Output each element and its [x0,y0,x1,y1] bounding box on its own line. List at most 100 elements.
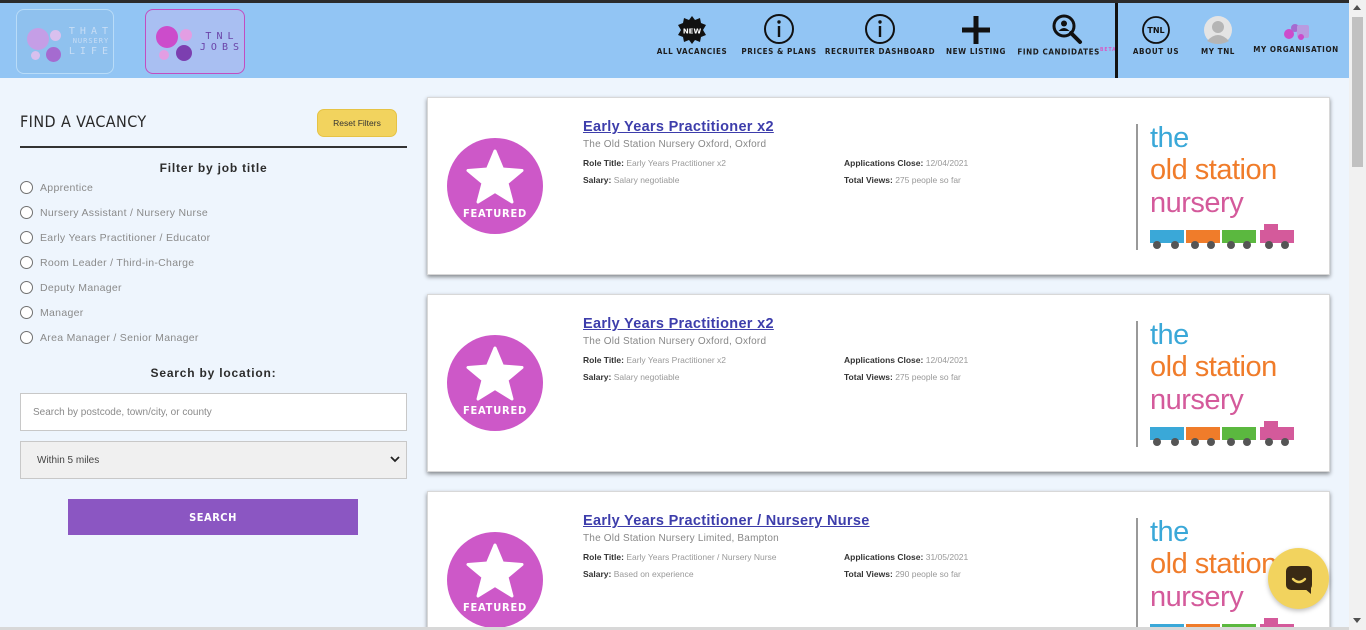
field-label: Salary: [583,569,612,579]
job-title-option-early-years-practitioner[interactable]: Early Years Practitioner / Educator [20,231,210,244]
sidebar-title: FIND A VACANCY [20,112,147,131]
svg-text:NEW: NEW [683,28,702,36]
chat-launcher-button[interactable] [1268,548,1329,609]
reset-filters-button[interactable]: Reset Filters [317,109,397,137]
nav-all-vacancies[interactable]: NEW ALL VACANCIES [657,3,727,78]
info-icon [763,3,795,47]
vertical-scrollbar[interactable] [1349,0,1366,630]
nav-label: FIND CANDIDATESBETA [1017,47,1116,57]
organisation-icon [1282,3,1310,45]
nav-new-listing[interactable]: NEW LISTING [946,3,1005,78]
featured-badge: FEATURED [447,335,543,431]
page: THAT NURSERY LIFE TNL JOBS NEW ALL VACAN… [0,0,1366,630]
radio-label: Nursery Assistant / Nursery Nurse [40,206,209,219]
job-title-option-apprentice[interactable]: Apprentice [20,181,93,194]
field-label: Role Title: [583,552,624,562]
nav-find-candidates[interactable]: FIND CANDIDATESBETA [1017,3,1116,78]
employer-name: The Old Station Nursery Oxford, Oxford [583,336,767,347]
logo-word-the: the [1150,516,1189,548]
logo-word-nursery: nursery [1150,581,1244,613]
vacancy-card[interactable]: FEATURED Early Years Practitioner x2 The… [427,97,1330,275]
radio-label: Deputy Manager [40,281,122,294]
radio-button[interactable] [20,231,33,244]
featured-label: FEATURED [462,207,528,220]
salary-field: Salary: Based on experience [583,569,694,579]
vacancy-card[interactable]: FEATURED Early Years Practitioner / Nurs… [427,491,1330,630]
avatar-icon [1203,3,1233,47]
logo-line-1: THAT [68,26,113,37]
salary-field: Salary: Salary negotiable [583,372,679,382]
logo-line [1136,321,1138,447]
scrollbar-thumb[interactable] [1352,17,1363,167]
nav-label: ALL VACANCIES [656,47,728,56]
field-value: 275 people so far [895,175,961,185]
job-title-option-room-leader[interactable]: Room Leader / Third-in-Charge [20,256,194,269]
role-title-field: Role Title: Early Years Practitioner x2 [583,355,726,365]
job-title-option-area-manager[interactable]: Area Manager / Senior Manager [20,331,199,344]
logo-line [1136,124,1138,250]
field-value: 31/05/2021 [925,552,969,562]
location-search-input[interactable]: Search by postcode, town/city, or county [20,393,407,431]
employer-logo: the old station nursery [1136,122,1306,252]
radio-button[interactable] [20,181,33,194]
scroll-up-arrow-icon[interactable] [1353,5,1361,10]
nav-label: PRICES & PLANS [741,47,817,56]
info-icon [864,3,896,47]
field-value: 12/04/2021 [925,158,969,168]
employer-logo: the old station nursery [1136,319,1306,449]
radio-button[interactable] [20,331,33,344]
logo-word-the: the [1150,319,1189,351]
tnl-jobs-logo[interactable]: TNL JOBS [145,9,245,74]
field-label: Role Title: [583,158,624,168]
search-location-heading: Search by location: [150,366,277,380]
vacancy-card[interactable]: FEATURED Early Years Practitioner x2 The… [427,294,1330,472]
field-label: Applications Close: [844,552,924,562]
job-title-link[interactable]: Early Years Practitioner x2 [583,119,774,135]
job-title-option-nursery-assistant[interactable]: Nursery Assistant / Nursery Nurse [20,206,208,219]
field-value: Salary negotiable [613,372,680,382]
job-title-link[interactable]: Early Years Practitioner x2 [583,316,774,332]
radio-button[interactable] [20,206,33,219]
search-person-icon [1051,3,1083,47]
search-button[interactable]: SEARCH [68,499,358,535]
star-icon [466,346,524,401]
job-title-option-manager[interactable]: Manager [20,306,84,319]
nav-my-tnl[interactable]: MY TNL [1200,3,1236,78]
job-title-link[interactable]: Early Years Practitioner / Nursery Nurse [583,513,870,529]
nav-recruiter-dashboard[interactable]: RECRUITER DASHBOARD [825,3,935,78]
nav-about-us[interactable]: TNL ABOUT US [1133,3,1179,78]
logo-line-2: NURSERY [72,37,110,45]
featured-badge: FEATURED [447,138,543,234]
train-icon [1150,421,1294,446]
distance-select[interactable]: Within 5 miles [20,441,407,479]
nav-label: RECRUITER DASHBOARD [824,47,936,56]
nav-prices-plans[interactable]: PRICES & PLANS [741,3,816,78]
job-title-option-deputy-manager[interactable]: Deputy Manager [20,281,122,294]
chevron-down-icon [390,456,400,463]
sidebar-divider [20,146,407,148]
scroll-down-arrow-icon[interactable] [1353,618,1361,623]
radio-button[interactable] [20,281,33,294]
field-value: Salary negotiable [613,175,680,185]
field-value: 275 people so far [895,372,961,382]
field-value: Early Years Practitioner x2 [626,355,727,365]
plus-icon [961,3,991,47]
radio-label: Early Years Practitioner / Educator [40,231,211,244]
nav-my-organisation[interactable]: MY ORGANISATION [1253,3,1338,78]
logo-line [1136,518,1138,630]
star-icon [466,149,524,204]
logo-word-nursery: nursery [1150,187,1244,219]
logo-word-old-station: old station [1150,154,1277,186]
applications-close-field: Applications Close: 31/05/2021 [844,552,968,562]
radio-button[interactable] [20,256,33,269]
nav-label: ABOUT US [1132,47,1180,56]
field-label: Applications Close: [844,355,924,365]
field-label: Applications Close: [844,158,924,168]
employer-name: The Old Station Nursery Oxford, Oxford [583,139,767,150]
nav-label: NEW LISTING [946,47,1006,56]
radio-button[interactable] [20,306,33,319]
field-label: Total Views: [844,569,893,579]
field-value: 290 people so far [895,569,961,579]
top-navigation-bar: THAT NURSERY LIFE TNL JOBS NEW ALL VACAN… [0,0,1349,78]
that-nursery-life-logo[interactable]: THAT NURSERY LIFE [16,9,114,74]
